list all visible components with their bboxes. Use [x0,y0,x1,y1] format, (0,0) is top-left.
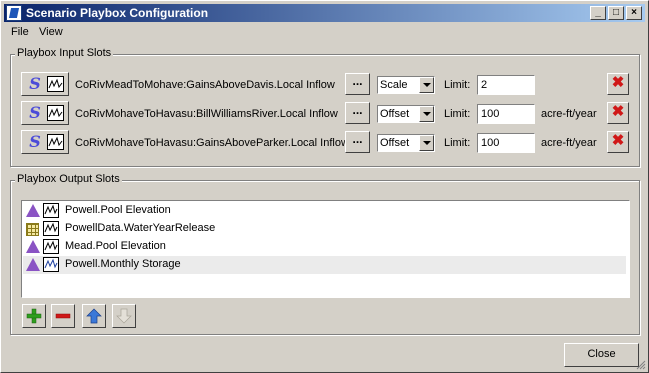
delete-x-icon: ✖ [611,103,625,120]
list-item-selected[interactable]: Powell.Monthly Storage [23,256,626,274]
menu-bar: File View [4,24,645,42]
delete-x-icon: ✖ [611,74,625,91]
limit-units: acre-ft/year [541,137,597,149]
list-item[interactable]: PowellData.WaterYearRelease [23,220,626,238]
plot-icon [43,239,59,254]
limit-field[interactable] [477,133,535,153]
output-slot-name: Powell.Monthly Storage [65,258,181,270]
limit-label: Limit: [444,137,471,149]
minus-icon [55,313,71,319]
plus-icon [26,308,42,324]
playbox-input-group: Playbox Input Slots S CoRivMeadToMohave:… [10,47,640,167]
remove-output-slot-button[interactable] [51,304,75,328]
remove-input-slot-button[interactable]: ✖ [607,102,629,124]
list-item[interactable]: Mead.Pool Elevation [23,238,626,256]
limit-field[interactable] [477,104,535,124]
reservoir-icon [25,203,41,219]
arrow-down-icon [116,308,132,324]
mode-value: Offset [380,108,410,120]
arrow-up-icon [86,308,102,324]
limit-units: acre-ft/year [541,108,597,120]
app-icon [6,5,22,21]
input-slot-open-button[interactable]: S [21,72,69,96]
limit-label: Limit: [444,79,471,91]
data-table-icon [25,221,41,237]
close-button[interactable]: Close [564,343,639,367]
minimize-button[interactable]: _ [590,6,606,20]
input-slot-name: CoRivMohaveToHavasu:BillWilliamsRiver.Lo… [75,108,338,120]
resize-grip-icon[interactable] [636,360,646,370]
reservoir-icon [25,239,41,255]
input-slot-select-button[interactable]: ... [345,73,370,95]
plot-icon [47,76,64,92]
input-slot-open-button[interactable]: S [21,101,69,125]
menu-view[interactable]: View [39,26,63,38]
chevron-down-icon[interactable] [419,106,434,122]
slot-s-icon: S [29,74,41,93]
input-slot-select-button[interactable]: ... [345,131,370,153]
title-bar[interactable]: Scenario Playbox Configuration _ □ × [4,4,645,22]
plot-icon [43,257,59,272]
mode-select[interactable]: Scale [377,76,435,94]
mode-value: Offset [380,137,410,149]
input-slot-select-button[interactable]: ... [345,102,370,124]
plot-icon [47,134,64,150]
output-slot-name: PowellData.WaterYearRelease [65,222,216,234]
delete-x-icon: ✖ [611,132,625,149]
plot-icon [47,105,64,121]
list-item[interactable]: Powell.Pool Elevation [23,202,626,220]
output-slot-list[interactable]: Powell.Pool Elevation PowellData.WaterYe… [21,200,630,298]
input-slot-name: CoRivMeadToMohave:GainsAboveDavis.Local … [75,79,335,91]
chevron-down-icon[interactable] [419,135,434,151]
mode-select[interactable]: Offset [377,134,435,152]
move-down-button[interactable] [112,304,136,328]
slot-s-icon: S [29,103,41,122]
chevron-down-icon[interactable] [419,77,434,93]
move-up-button[interactable] [82,304,106,328]
plot-icon [43,221,59,236]
window-title: Scenario Playbox Configuration [26,6,209,20]
output-slot-name: Mead.Pool Elevation [65,240,166,252]
playbox-output-group: Playbox Output Slots Powell.Pool Elevati… [10,173,640,335]
reservoir-icon [25,257,41,273]
remove-input-slot-button[interactable]: ✖ [607,131,629,153]
limit-label: Limit: [444,108,471,120]
menu-file[interactable]: File [11,26,29,38]
input-group-title: Playbox Input Slots [15,47,114,59]
close-window-button[interactable]: × [626,6,642,20]
mode-value: Scale [380,79,408,91]
output-slot-name: Powell.Pool Elevation [65,204,171,216]
output-group-title: Playbox Output Slots [15,173,122,185]
remove-input-slot-button[interactable]: ✖ [607,73,629,95]
input-slot-open-button[interactable]: S [21,130,69,154]
slot-s-icon: S [29,132,41,151]
limit-field[interactable] [477,75,535,95]
add-output-slot-button[interactable] [22,304,46,328]
input-slot-name: CoRivMohaveToHavasu:GainsAboveParker.Loc… [75,137,349,149]
maximize-button[interactable]: □ [608,6,624,20]
mode-select[interactable]: Offset [377,105,435,123]
plot-icon [43,203,59,218]
playbox-config-window: Scenario Playbox Configuration _ □ × Fil… [0,0,649,373]
